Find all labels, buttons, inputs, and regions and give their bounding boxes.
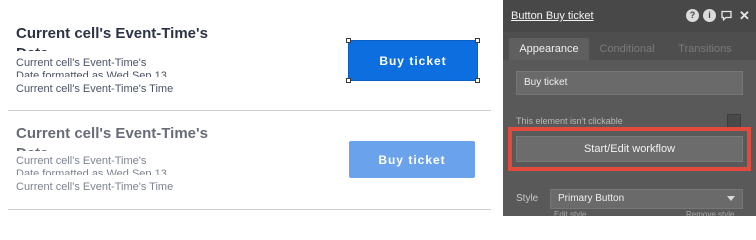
resize-handle-top-left[interactable] xyxy=(346,38,351,43)
style-label: Style xyxy=(516,193,539,204)
chevron-down-icon xyxy=(727,196,735,201)
event-date-subtitle: Current cell's Event-Time's xyxy=(16,155,147,167)
event-date-subtitle: Current cell's Event-Time's xyxy=(16,57,147,69)
panel-tabs: Appearance Conditional Transitions xyxy=(503,32,756,60)
info-icon[interactable]: i xyxy=(703,9,716,22)
not-clickable-checkbox[interactable] xyxy=(727,114,741,128)
event-time-text: Current cell's Event-Time's Time xyxy=(16,181,174,193)
style-dropdown[interactable]: Primary Button xyxy=(550,189,743,209)
not-clickable-label: This element isn't clickable xyxy=(516,116,623,126)
resize-handle-bottom-left[interactable] xyxy=(346,78,351,83)
event-date-formatted-overflow: Date formatted as Wed Sep 13 xyxy=(16,71,167,77)
edit-style-link[interactable]: Edit style xyxy=(554,210,586,216)
event-date-title: Current cell's Event-Time's xyxy=(16,125,208,142)
event-date-formatted-overflow: Date formatted as Wed Sep 13 xyxy=(16,169,167,175)
resize-handle-top-right[interactable] xyxy=(475,38,480,43)
comment-icon[interactable] xyxy=(720,9,733,22)
style-dropdown-value: Primary Button xyxy=(558,193,625,204)
tab-transitions[interactable]: Transitions xyxy=(673,38,737,60)
panel-header: Button Buy ticket ? i ✕ xyxy=(503,0,756,32)
help-icon[interactable]: ? xyxy=(686,9,699,22)
tab-conditional[interactable]: Conditional xyxy=(595,38,659,60)
close-icon[interactable]: ✕ xyxy=(738,9,751,22)
event-date-title: Current cell's Event-Time's xyxy=(16,25,208,42)
editor-canvas: Current cell's Event-Time's Date Current… xyxy=(0,0,503,216)
resize-handle-bottom-right[interactable] xyxy=(475,78,480,83)
repeating-group-cell[interactable]: Current cell's Event-Time's Date Current… xyxy=(8,111,491,210)
buy-ticket-label: Buy ticket xyxy=(378,152,446,167)
panel-title[interactable]: Button Buy ticket xyxy=(511,10,594,22)
remove-style-link[interactable]: Remove style xyxy=(686,210,734,216)
buy-ticket-button[interactable]: Buy ticket xyxy=(346,38,480,83)
property-editor-panel: Button Buy ticket ? i ✕ Appearance Condi… xyxy=(503,0,756,216)
buy-ticket-label: Buy ticket xyxy=(379,53,447,68)
buy-ticket-button-repeat[interactable]: Buy ticket xyxy=(349,141,475,178)
start-edit-workflow-button[interactable]: Start/Edit workflow xyxy=(516,136,743,162)
button-text-input[interactable]: Buy ticket xyxy=(516,71,743,95)
event-date-title-overflow: Date xyxy=(16,45,49,51)
event-time-text: Current cell's Event-Time's Time xyxy=(16,83,174,95)
tab-appearance[interactable]: Appearance xyxy=(509,38,589,60)
event-date-title-overflow: Date xyxy=(16,145,49,151)
repeating-group-cell[interactable]: Current cell's Event-Time's Date Current… xyxy=(8,0,491,111)
